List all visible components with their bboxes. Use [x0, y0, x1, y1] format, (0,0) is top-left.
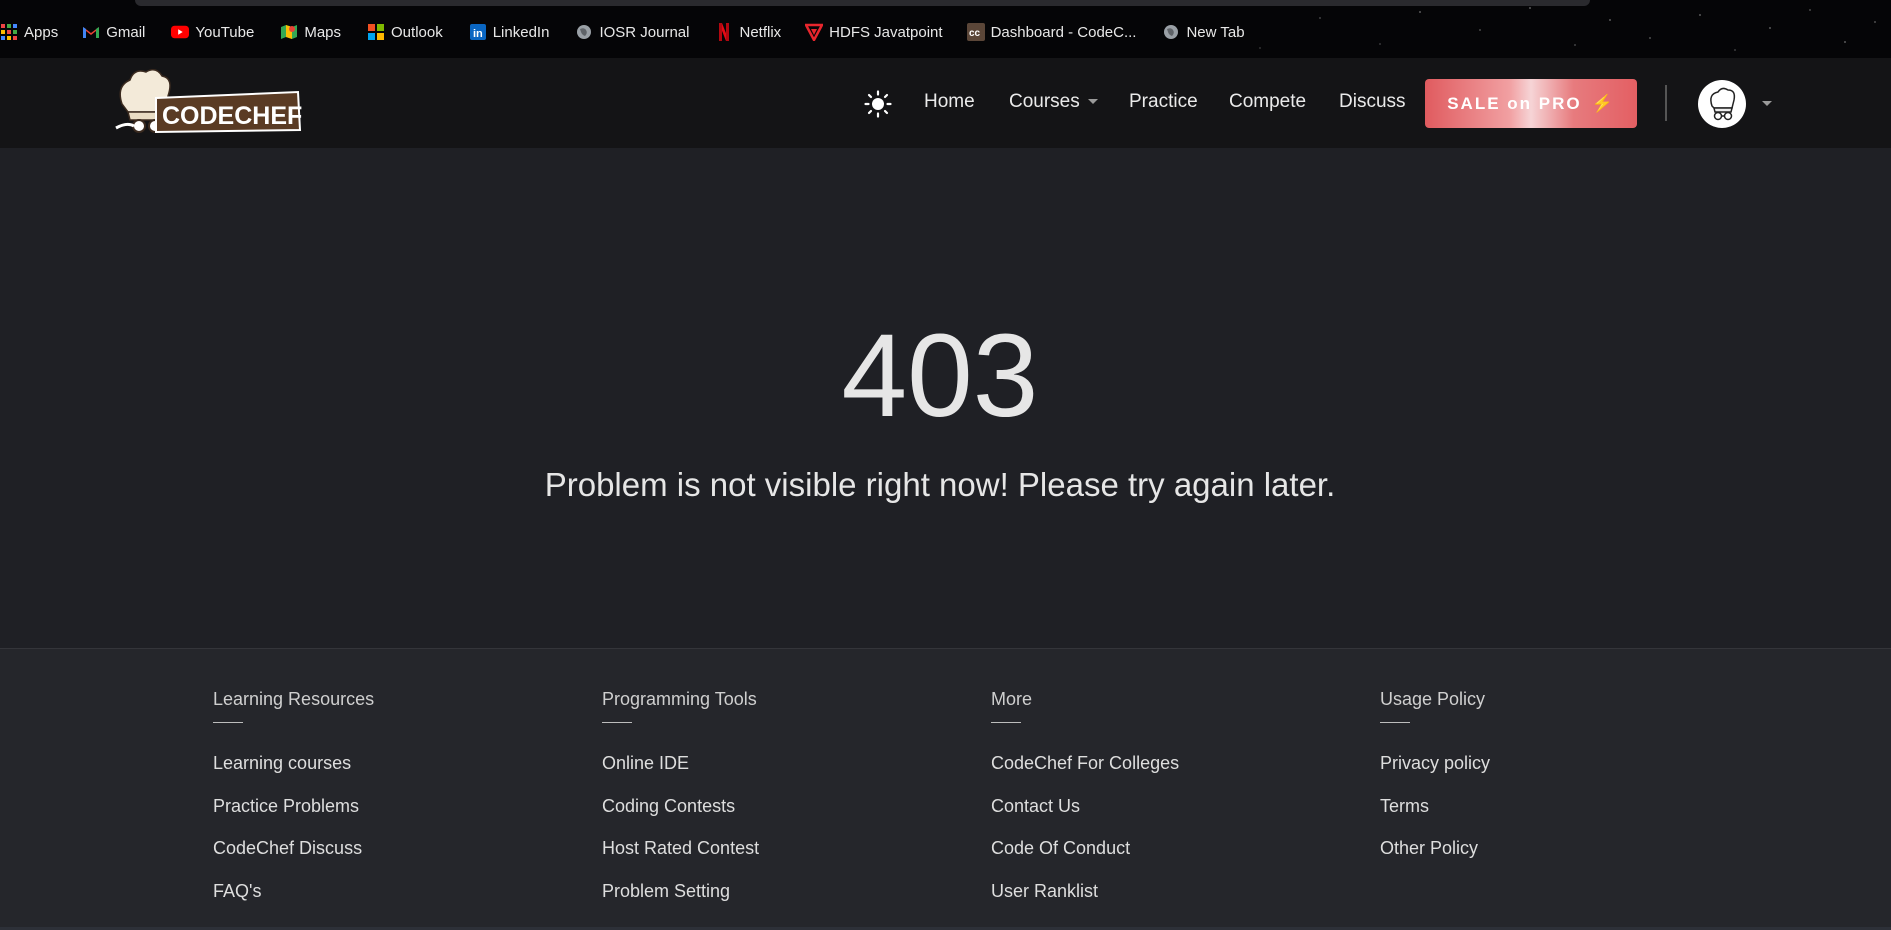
- bookmark-label: Netflix: [739, 23, 782, 41]
- sale-on-pro-button[interactable]: SALE on PRO ⚡: [1425, 79, 1637, 128]
- youtube-icon: [171, 23, 190, 41]
- footer-column-title: Learning Resources: [213, 689, 375, 709]
- nav-practice[interactable]: Practice: [1129, 91, 1198, 113]
- bookmark-maps[interactable]: Maps: [280, 20, 341, 44]
- sale-label: SALE on PRO: [1447, 93, 1582, 113]
- user-menu-chevron-down-icon[interactable]: [1762, 101, 1772, 106]
- bookmark-label: New Tab: [1186, 23, 1245, 41]
- codechef-logo[interactable]: CODECHEF: [112, 66, 302, 138]
- footer-column-usage-policy: Usage Policy Privacy policy Terms Other …: [1380, 689, 1490, 881]
- bookmark-codechef-dashboard[interactable]: cc Dashboard - CodeC...: [966, 20, 1137, 44]
- codechef-cc-icon: cc: [966, 23, 985, 41]
- globe-icon: [1162, 23, 1180, 41]
- svg-text:in: in: [473, 28, 483, 40]
- bookmark-hdfs-javatpoint[interactable]: HDFS Javatpoint: [805, 20, 943, 44]
- bookmark-label: HDFS Javatpoint: [829, 23, 943, 41]
- bookmark-netflix[interactable]: Netflix: [715, 20, 781, 44]
- outlook-icon: [367, 23, 385, 41]
- bookmark-new-tab[interactable]: New Tab: [1162, 20, 1245, 44]
- user-avatar[interactable]: [1698, 80, 1746, 128]
- site-header: CODECHEF Home Courses Practice Compete D…: [0, 58, 1891, 148]
- footer-link[interactable]: Online IDE: [602, 753, 759, 796]
- footer-column-learning-resources: Learning Resources Learning courses Prac…: [213, 689, 374, 923]
- footer-link[interactable]: Privacy policy: [1380, 753, 1490, 796]
- netflix-icon: [715, 23, 733, 41]
- apps-grid-icon: [0, 23, 18, 41]
- footer-link[interactable]: Problem Setting: [602, 881, 759, 924]
- bookmark-iosr-journal[interactable]: IOSR Journal: [575, 20, 689, 44]
- javatpoint-icon: [805, 23, 824, 41]
- bookmark-label: YouTube: [195, 23, 255, 41]
- footer-title-underline: [1380, 722, 1410, 723]
- lightning-icon: ⚡: [1591, 93, 1615, 113]
- footer-column-title: Programming Tools: [602, 689, 757, 709]
- theme-toggle[interactable]: [864, 90, 892, 118]
- nav-courses-label: Courses: [1009, 91, 1080, 112]
- footer-link[interactable]: CodeChef Discuss: [213, 838, 374, 881]
- footer-link[interactable]: Practice Problems: [213, 796, 374, 839]
- site-footer: Learning Resources Learning courses Prac…: [0, 648, 1891, 930]
- footer-link[interactable]: CodeChef For Colleges: [991, 753, 1179, 796]
- bookmarks-bar: Apps Gmail YouTube Maps Outlook in Linke…: [0, 0, 1891, 58]
- address-bar-edge: [135, 0, 1590, 6]
- chevron-down-icon: [1087, 99, 1098, 105]
- sun-icon: [864, 90, 892, 118]
- error-message: Problem is not visible right now! Please…: [544, 466, 1336, 503]
- bookmark-gmail[interactable]: Gmail: [82, 20, 145, 44]
- bookmark-label: IOSR Journal: [599, 23, 690, 41]
- nav-discuss[interactable]: Discuss: [1339, 91, 1406, 113]
- footer-title-underline: [213, 722, 243, 723]
- bookmark-label: Maps: [304, 23, 342, 41]
- logo-text: CODECHEF: [162, 102, 302, 130]
- footer-link[interactable]: FAQ's: [213, 881, 374, 924]
- footer-link[interactable]: Host Rated Contest: [602, 838, 759, 881]
- nav-courses[interactable]: Courses: [1009, 91, 1098, 113]
- bookmark-label: LinkedIn: [492, 23, 550, 41]
- nav-home[interactable]: Home: [924, 91, 975, 113]
- bookmark-label: Outlook: [391, 23, 443, 41]
- error-section: 403 Problem is not visible right now! Pl…: [0, 148, 1891, 648]
- bookmark-label: Dashboard - CodeC...: [990, 23, 1137, 41]
- footer-column-programming-tools: Programming Tools Online IDE Coding Cont…: [602, 689, 759, 923]
- footer-link[interactable]: User Ranklist: [991, 881, 1179, 924]
- svg-text:cc: cc: [969, 28, 981, 39]
- bookmark-youtube[interactable]: YouTube: [171, 20, 254, 44]
- bookmark-label: Apps: [24, 23, 59, 41]
- globe-icon: [575, 23, 593, 41]
- chef-avatar-icon: [1710, 87, 1736, 121]
- bookmarks-list: Apps Gmail YouTube Maps Outlook in Linke…: [0, 20, 1245, 44]
- footer-column-title: Usage Policy: [1380, 689, 1486, 709]
- maps-icon: [280, 23, 298, 41]
- bookmark-linkedin[interactable]: in LinkedIn: [469, 20, 550, 44]
- footer-link[interactable]: Contact Us: [991, 796, 1179, 839]
- footer-link[interactable]: Coding Contests: [602, 796, 759, 839]
- header-divider: [1665, 85, 1667, 121]
- footer-column-title: More: [991, 689, 1033, 709]
- error-code: 403: [841, 310, 1039, 442]
- bookmark-apps[interactable]: Apps: [0, 20, 58, 44]
- footer-link[interactable]: Other Policy: [1380, 838, 1490, 881]
- linkedin-icon: in: [469, 23, 487, 41]
- footer-link[interactable]: Terms: [1380, 796, 1490, 839]
- footer-title-underline: [991, 722, 1021, 723]
- gmail-icon: [82, 23, 100, 41]
- bookmark-outlook[interactable]: Outlook: [367, 20, 443, 44]
- footer-column-more: More CodeChef For Colleges Contact Us Co…: [991, 689, 1179, 923]
- footer-link[interactable]: Code Of Conduct: [991, 838, 1179, 881]
- nav-compete[interactable]: Compete: [1229, 91, 1306, 113]
- bookmark-label: Gmail: [106, 23, 146, 41]
- footer-title-underline: [602, 722, 632, 723]
- footer-link[interactable]: Learning courses: [213, 753, 374, 796]
